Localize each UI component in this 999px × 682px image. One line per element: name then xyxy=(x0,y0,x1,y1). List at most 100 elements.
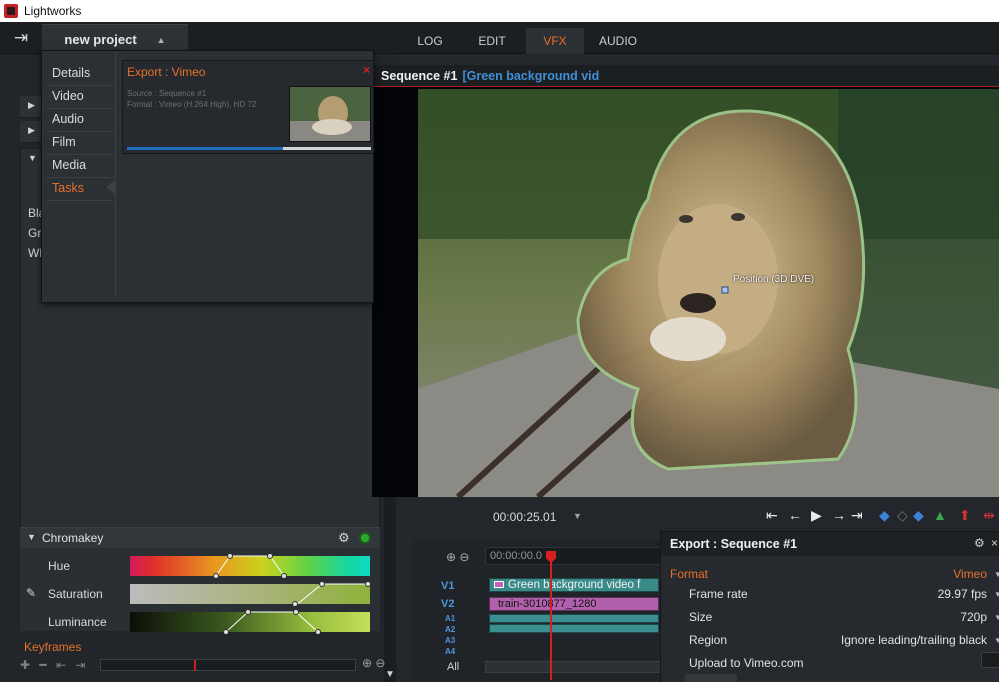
task-source: Source : Sequence #1 xyxy=(127,89,207,98)
sequence-name: Sequence #1 xyxy=(381,69,458,83)
clip-v1-label: Green background video f xyxy=(508,579,641,591)
lift-icon[interactable]: ⬆ xyxy=(959,507,971,524)
tab-edit[interactable]: EDIT xyxy=(466,28,518,54)
go-to-end-icon[interactable]: ⇥ xyxy=(851,507,863,524)
gear-icon[interactable]: ⚙ xyxy=(338,530,350,546)
mark-in-icon[interactable]: ◆ xyxy=(879,507,890,524)
effect-enabled-indicator[interactable] xyxy=(359,532,371,544)
hue-label: Hue xyxy=(48,559,71,573)
task-progress-fill xyxy=(127,147,284,150)
saturation-label: Saturation xyxy=(48,587,103,601)
menu-item-tasks[interactable]: Tasks xyxy=(52,181,84,195)
tab-vfx[interactable]: VFX xyxy=(526,28,584,54)
format-label: Format xyxy=(670,567,709,581)
lightworks-app-icon xyxy=(4,4,18,18)
track-a3[interactable]: A3 xyxy=(445,636,455,645)
menu-item-media[interactable]: Media xyxy=(52,158,86,172)
go-to-start-icon[interactable]: ⇤ xyxy=(766,507,778,524)
task-progress-bar xyxy=(127,147,371,150)
size-value[interactable]: 720p xyxy=(960,610,987,624)
viewer-controls: 00:00:25.01 ▼ ⇤ ← ▶ → ⇥ ◆ ◇ ◆ ▲ ⬆ ⇹ xyxy=(413,497,999,533)
timeline-ruler[interactable]: 00:00:00.0 xyxy=(485,547,671,565)
menu-item-audio[interactable]: Audio xyxy=(52,112,84,126)
track-a2[interactable]: A2 xyxy=(445,625,455,634)
keyframe-position-marker xyxy=(194,660,196,671)
collapse-triangle-icon[interactable]: ▼ xyxy=(28,153,37,163)
viewer-timecode[interactable]: 00:00:25.01 xyxy=(493,510,556,524)
collapse-triangle-icon[interactable]: ▼ xyxy=(27,532,36,542)
zoom-icons[interactable]: ⊕ ⊖ xyxy=(362,656,385,670)
chromakey-title: Chromakey xyxy=(42,531,104,545)
menu-item-film[interactable]: Film xyxy=(52,135,76,149)
expand-triangle-icon[interactable]: ▶ xyxy=(28,100,35,111)
menu-item-video[interactable]: Video xyxy=(52,89,84,103)
gear-icon[interactable]: ⚙ xyxy=(974,536,985,550)
menu-divider xyxy=(47,154,113,155)
export-task-card[interactable]: Export : Vimeo × Source : Sequence #1 Fo… xyxy=(122,60,374,154)
panel-scrollbar[interactable] xyxy=(384,495,396,682)
viewer-title: Sequence #1 [Green background vid xyxy=(381,69,599,83)
timeline-zoom-icons[interactable]: ⊕ ⊖ xyxy=(446,550,469,564)
frame-rate-value[interactable]: 29.97 fps xyxy=(938,587,987,601)
delete-icon[interactable]: ⇹ xyxy=(983,507,995,524)
task-title: Export : Vimeo xyxy=(127,65,206,79)
track-v2[interactable]: V2 xyxy=(441,598,454,610)
composited-video-frame xyxy=(418,89,999,497)
step-forward-icon[interactable]: → xyxy=(832,507,846,523)
menu-selection-pointer xyxy=(106,179,116,195)
export-panel-title: Export : Sequence #1 xyxy=(670,537,798,551)
track-a4[interactable]: A4 xyxy=(445,647,455,656)
timeline-clip-v2[interactable]: train-3010877_1280 xyxy=(489,597,659,611)
upload-label: Upload to Vimeo.com xyxy=(689,656,804,670)
format-dropdown-icon[interactable]: ▼ xyxy=(994,570,999,579)
mark-out-icon[interactable]: ◆ xyxy=(913,507,924,524)
pencil-icon[interactable]: ✎ xyxy=(26,586,36,600)
timeline-scrollbar[interactable] xyxy=(485,661,671,673)
playhead-line[interactable] xyxy=(550,552,552,680)
all-tracks-button[interactable]: All xyxy=(447,661,459,673)
exit-icon[interactable]: ⇥ xyxy=(10,28,32,48)
timeline-clip-audio[interactable] xyxy=(489,624,659,633)
track-v1[interactable]: V1 xyxy=(441,580,454,592)
cue-icon[interactable]: ▲ xyxy=(933,507,947,523)
saturation-range-bar[interactable] xyxy=(130,584,370,604)
region-dropdown-icon[interactable]: ▼ xyxy=(994,636,999,645)
timeline-clip-audio[interactable] xyxy=(489,614,659,623)
luminance-label: Luminance xyxy=(48,615,107,629)
scroll-down-icon[interactable]: ▼ xyxy=(385,669,395,680)
export-button[interactable] xyxy=(685,674,737,682)
caret-up-icon: ▲ xyxy=(156,34,166,45)
export-panel: Export : Sequence #1 ⚙ × Format Vimeo ▼ … xyxy=(660,531,999,682)
menu-item-details[interactable]: Details xyxy=(52,66,90,80)
luminance-range-bar[interactable] xyxy=(130,612,370,632)
project-name: new project xyxy=(64,32,137,47)
region-value[interactable]: Ignore leading/trailing black xyxy=(841,633,987,647)
task-format: Format : Vimeo (H.264 High), HD 72 xyxy=(127,100,257,109)
hue-range-bar[interactable] xyxy=(130,556,370,576)
close-icon[interactable]: × xyxy=(991,536,998,550)
timeline-clip-v1[interactable]: Green background video f xyxy=(489,578,659,592)
tab-log[interactable]: LOG xyxy=(404,28,456,54)
menu-divider xyxy=(47,200,113,201)
menu-divider xyxy=(47,108,113,109)
chromakey-header[interactable]: ▼ Chromakey ⚙ xyxy=(20,528,380,548)
clip-v2-label: train-3010877_1280 xyxy=(498,598,597,610)
keyframe-controls[interactable]: ✚ ━ ⇤ ⇥ xyxy=(20,658,88,672)
timecode-dropdown-icon[interactable]: ▼ xyxy=(573,511,582,521)
upload-checkbox[interactable] xyxy=(981,652,999,668)
expand-triangle-icon[interactable]: ▶ xyxy=(28,125,35,136)
step-back-icon[interactable]: ← xyxy=(788,507,802,523)
track-a1[interactable]: A1 xyxy=(445,614,455,623)
keyframe-track[interactable] xyxy=(100,659,356,671)
video-viewer[interactable]: Position (3D DVE) xyxy=(372,87,999,497)
keyframe-icon[interactable]: ◇ xyxy=(897,507,908,524)
close-icon[interactable]: × xyxy=(363,63,370,77)
frame-rate-dropdown-icon[interactable]: ▼ xyxy=(994,590,999,599)
window-title-bar: Lightworks xyxy=(0,0,999,22)
format-value[interactable]: Vimeo xyxy=(953,567,987,581)
export-panel-header[interactable]: Export : Sequence #1 ⚙ × xyxy=(661,532,999,556)
tab-audio[interactable]: AUDIO xyxy=(592,28,644,54)
play-icon[interactable]: ▶ xyxy=(811,507,822,524)
thumbnail-image xyxy=(290,87,370,141)
size-dropdown-icon[interactable]: ▼ xyxy=(994,613,999,622)
